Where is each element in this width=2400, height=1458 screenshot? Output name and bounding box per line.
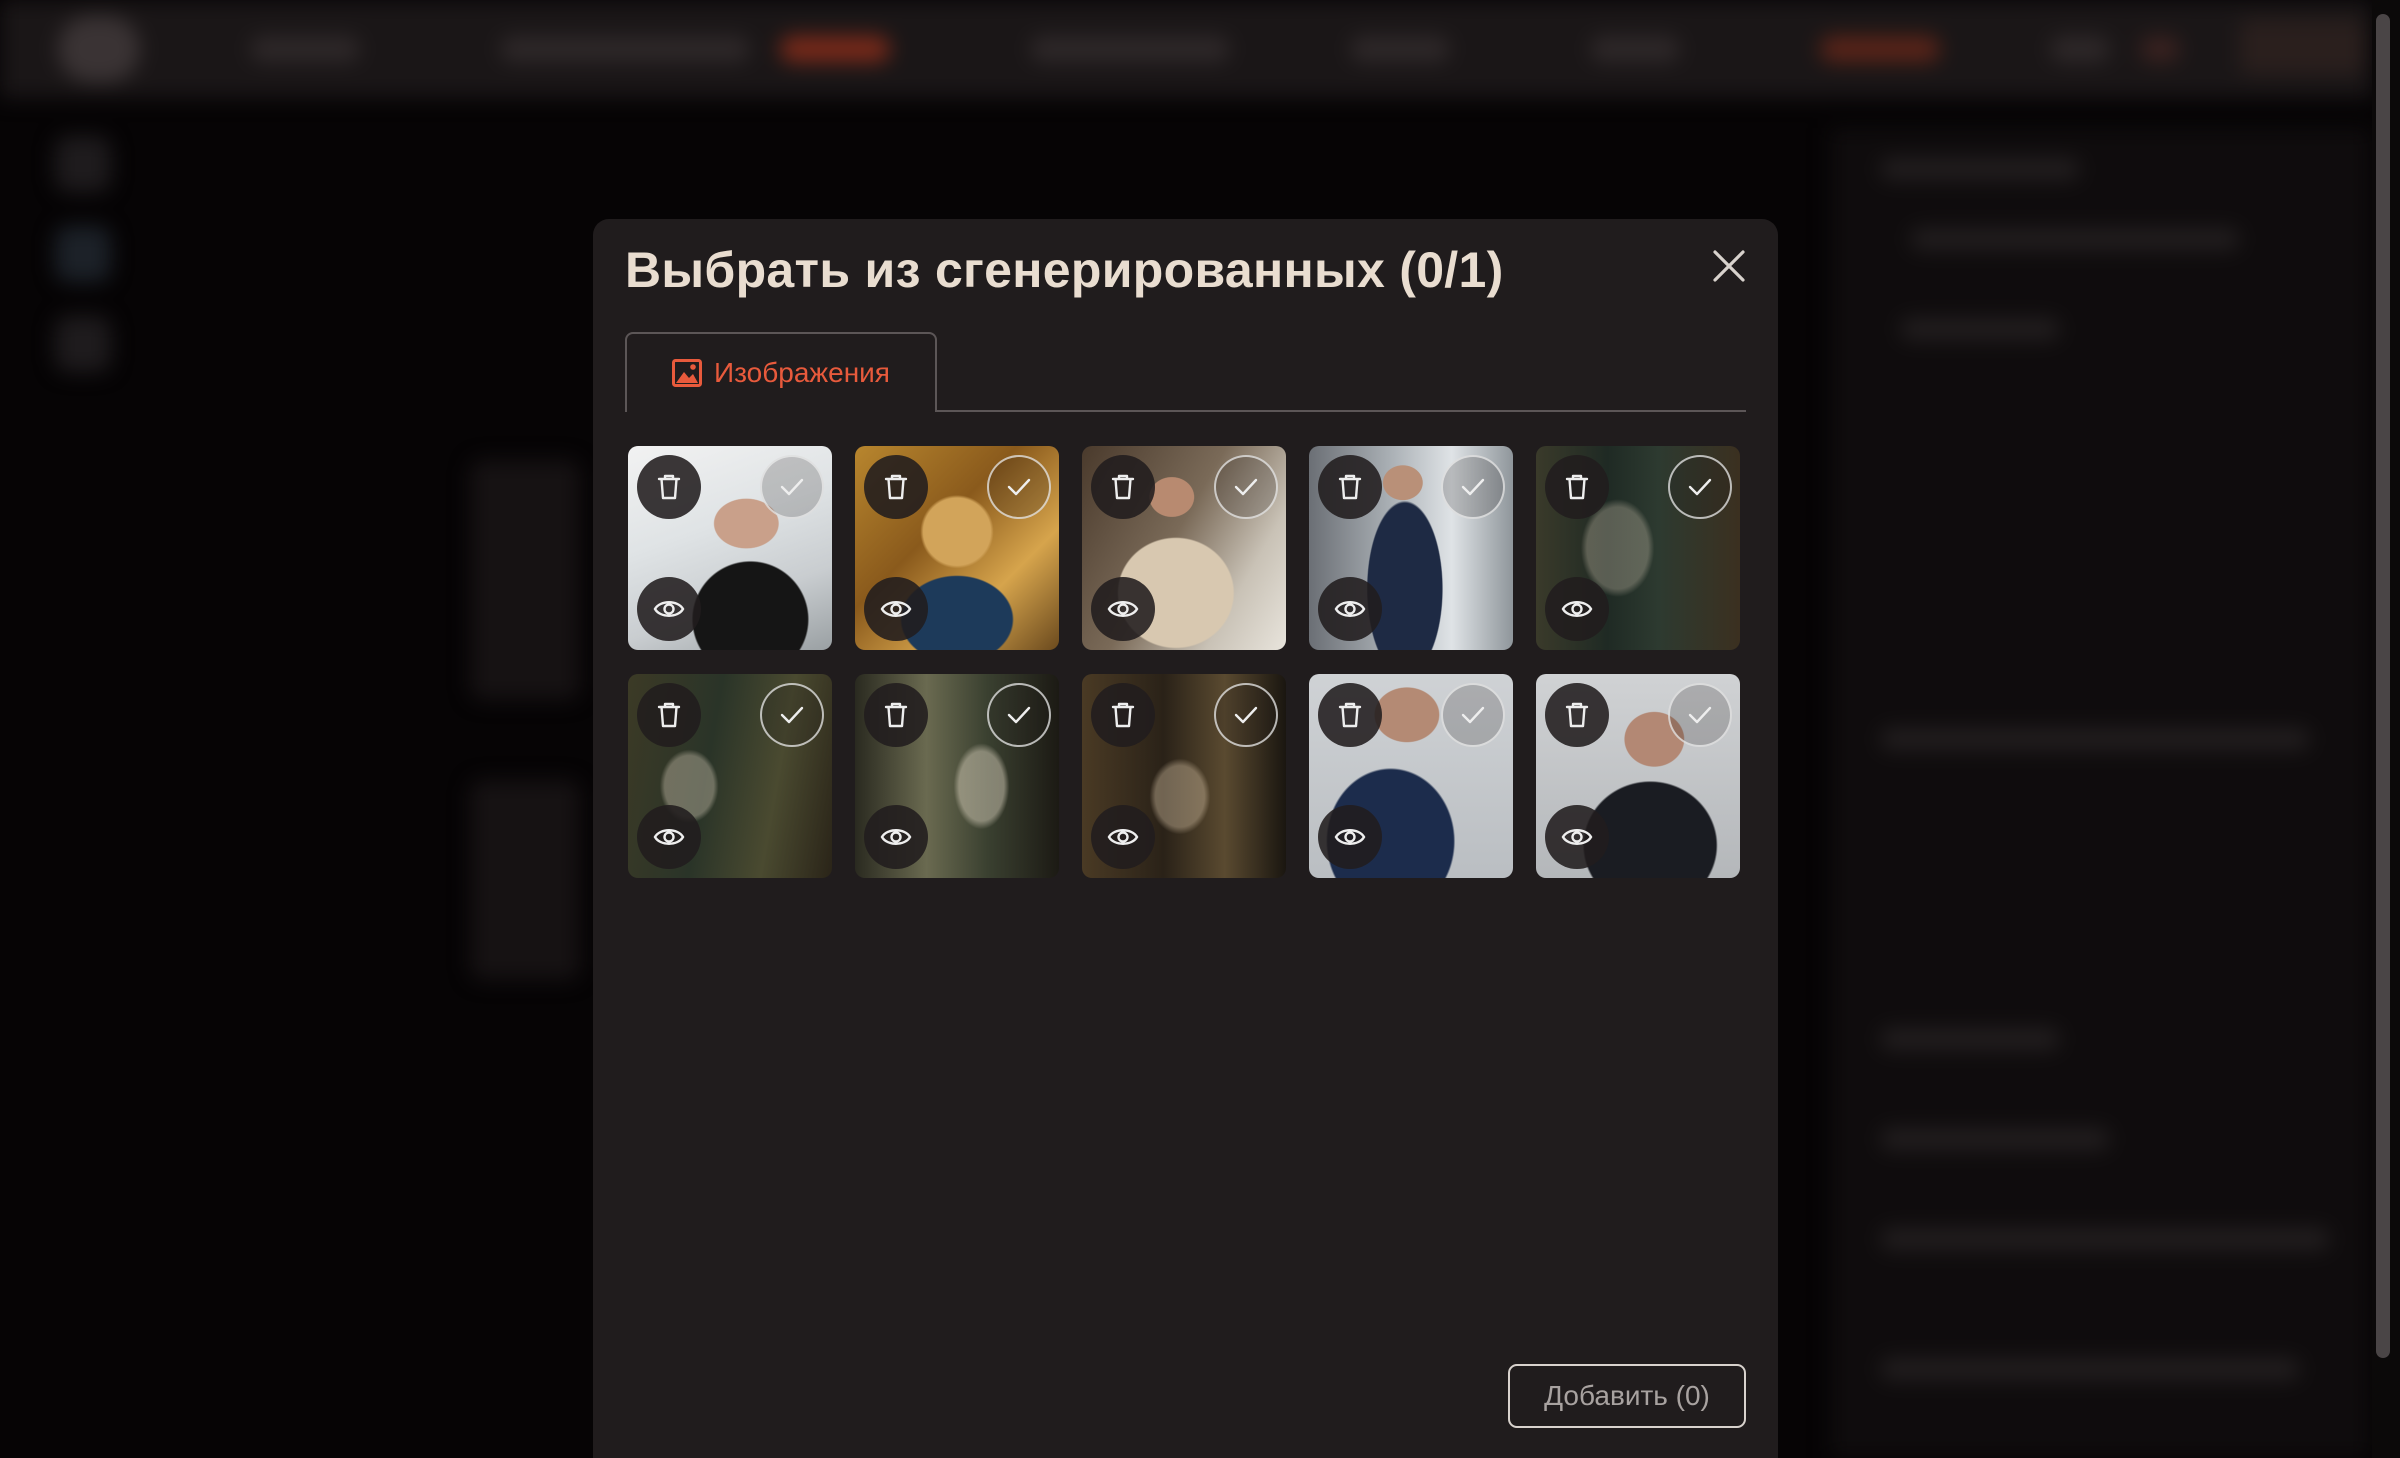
- background-sidebar-item: [55, 316, 111, 372]
- check-icon: [780, 706, 804, 724]
- image-thumbnail[interactable]: [628, 446, 832, 650]
- select-image-checkbox[interactable]: [987, 683, 1051, 747]
- delete-image-button[interactable]: [864, 455, 928, 519]
- trash-icon: [657, 702, 681, 728]
- view-image-button[interactable]: [637, 805, 701, 869]
- background-sidebar-item: [55, 226, 111, 282]
- eye-icon: [1334, 829, 1366, 845]
- check-icon: [1234, 478, 1258, 496]
- view-image-button[interactable]: [637, 577, 701, 641]
- select-image-checkbox[interactable]: [1214, 683, 1278, 747]
- trash-icon: [1338, 702, 1362, 728]
- check-icon: [1461, 706, 1485, 724]
- select-image-checkbox[interactable]: [1441, 455, 1505, 519]
- eye-icon: [1334, 601, 1366, 617]
- select-image-checkbox[interactable]: [1214, 455, 1278, 519]
- eye-icon: [1107, 829, 1139, 845]
- delete-image-button[interactable]: [1091, 455, 1155, 519]
- tab-images[interactable]: Изображения: [625, 332, 937, 412]
- view-image-button[interactable]: [1091, 577, 1155, 641]
- background-sidebar-item: [55, 136, 111, 192]
- select-image-checkbox[interactable]: [1668, 683, 1732, 747]
- eye-icon: [653, 829, 685, 845]
- delete-image-button[interactable]: [637, 455, 701, 519]
- trash-icon: [1111, 702, 1135, 728]
- background-right-panel: [1830, 128, 2370, 1458]
- trash-icon: [884, 474, 908, 500]
- view-image-button[interactable]: [1091, 805, 1155, 869]
- image-thumbnail[interactable]: [1309, 674, 1513, 878]
- background-nav-item: [780, 36, 890, 62]
- select-image-checkbox[interactable]: [760, 455, 824, 519]
- background-nav-item: [2140, 36, 2180, 62]
- background-button: [2240, 20, 2364, 74]
- background-nav-item: [1350, 36, 1450, 62]
- trash-icon: [1338, 474, 1362, 500]
- trash-icon: [884, 702, 908, 728]
- background-nav-item: [1030, 36, 1230, 62]
- image-thumbnail[interactable]: [1536, 446, 1740, 650]
- check-icon: [1007, 706, 1031, 724]
- image-thumbnail[interactable]: [855, 446, 1059, 650]
- background-card: [470, 780, 580, 980]
- check-icon: [1688, 706, 1712, 724]
- view-image-button[interactable]: [864, 805, 928, 869]
- eye-icon: [1561, 829, 1593, 845]
- background-nav-item: [1590, 36, 1680, 62]
- image-thumbnail[interactable]: [1309, 446, 1513, 650]
- view-image-button[interactable]: [1545, 805, 1609, 869]
- eye-icon: [653, 601, 685, 617]
- trash-icon: [1111, 474, 1135, 500]
- delete-image-button[interactable]: [1545, 683, 1609, 747]
- view-image-button[interactable]: [1318, 805, 1382, 869]
- generated-images-grid: [628, 446, 1740, 878]
- close-button[interactable]: [1707, 244, 1751, 288]
- check-icon: [780, 478, 804, 496]
- delete-image-button[interactable]: [1091, 683, 1155, 747]
- delete-image-button[interactable]: [1318, 683, 1382, 747]
- check-icon: [1461, 478, 1485, 496]
- close-icon: [1713, 250, 1745, 282]
- delete-image-button[interactable]: [1318, 455, 1382, 519]
- background-logo: [58, 16, 140, 82]
- delete-image-button[interactable]: [637, 683, 701, 747]
- eye-icon: [1561, 601, 1593, 617]
- select-image-checkbox[interactable]: [1668, 455, 1732, 519]
- select-generated-modal: Выбрать из сгенерированных (0/1) Изображ…: [593, 219, 1778, 1458]
- delete-image-button[interactable]: [864, 683, 928, 747]
- background-nav-item: [2050, 36, 2110, 62]
- check-icon: [1688, 478, 1712, 496]
- view-image-button[interactable]: [1545, 577, 1609, 641]
- eye-icon: [1107, 601, 1139, 617]
- image-thumbnail[interactable]: [1536, 674, 1740, 878]
- trash-icon: [657, 474, 681, 500]
- background-nav-item: [500, 36, 750, 62]
- image-thumbnail[interactable]: [855, 674, 1059, 878]
- check-icon: [1234, 706, 1258, 724]
- eye-icon: [880, 601, 912, 617]
- trash-icon: [1565, 702, 1589, 728]
- image-icon: [672, 359, 702, 387]
- tab-images-label: Изображения: [714, 357, 890, 388]
- delete-image-button[interactable]: [1545, 455, 1609, 519]
- image-thumbnail[interactable]: [1082, 674, 1286, 878]
- background-nav-item: [1820, 36, 1940, 62]
- select-image-checkbox[interactable]: [760, 683, 824, 747]
- select-image-checkbox[interactable]: [987, 455, 1051, 519]
- image-thumbnail[interactable]: [628, 674, 832, 878]
- image-thumbnail[interactable]: [1082, 446, 1286, 650]
- select-image-checkbox[interactable]: [1441, 683, 1505, 747]
- check-icon: [1007, 478, 1031, 496]
- background-card: [470, 460, 580, 700]
- view-image-button[interactable]: [1318, 577, 1382, 641]
- background-nav-item: [250, 36, 360, 62]
- eye-icon: [880, 829, 912, 845]
- modal-title: Выбрать из сгенерированных (0/1): [625, 242, 1504, 298]
- trash-icon: [1565, 474, 1589, 500]
- page-scrollbar-thumb[interactable]: [2376, 14, 2390, 1358]
- view-image-button[interactable]: [864, 577, 928, 641]
- add-button[interactable]: Добавить (0): [1508, 1364, 1746, 1428]
